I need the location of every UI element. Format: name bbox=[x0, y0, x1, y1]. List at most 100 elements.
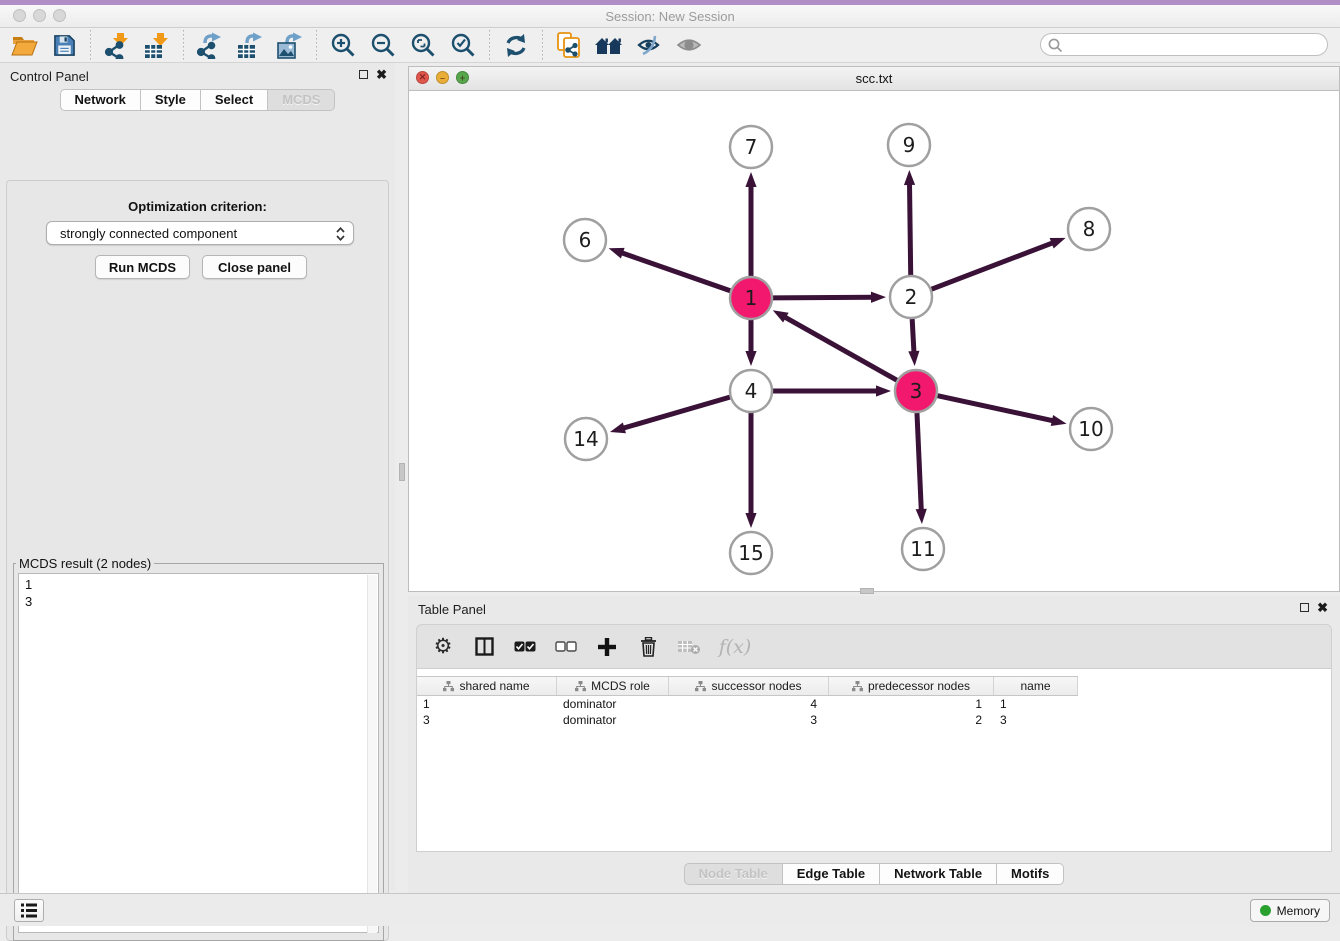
refresh-icon bbox=[503, 33, 529, 58]
edge-1-4[interactable] bbox=[745, 320, 756, 366]
import-table-button[interactable] bbox=[137, 29, 177, 61]
hierarchy-icon bbox=[443, 681, 454, 692]
edge-4-15[interactable] bbox=[745, 413, 756, 528]
toolbar-separator bbox=[316, 30, 317, 60]
tab-style[interactable]: Style bbox=[141, 89, 201, 111]
edge-4-14[interactable] bbox=[610, 397, 730, 433]
float-panel-icon[interactable] bbox=[359, 70, 368, 79]
node-15[interactable]: 15 bbox=[730, 532, 772, 574]
criterion-select[interactable]: strongly connected component bbox=[46, 221, 354, 245]
memory-button[interactable]: Memory bbox=[1250, 899, 1330, 922]
horizontal-splitter-handle[interactable] bbox=[860, 588, 874, 594]
edge-1-6[interactable] bbox=[609, 248, 731, 291]
tab-network-table[interactable]: Network Table bbox=[880, 863, 997, 885]
toolbar-separator bbox=[489, 30, 490, 60]
home-view-button[interactable] bbox=[589, 29, 629, 61]
hide-selected-button[interactable] bbox=[629, 29, 669, 61]
zoom-selected-button[interactable] bbox=[443, 29, 483, 61]
tab-node-table[interactable]: Node Table bbox=[684, 863, 783, 885]
vertical-splitter-handle[interactable] bbox=[399, 463, 405, 481]
table-row[interactable]: 1dominator411 bbox=[417, 696, 1078, 712]
tab-network[interactable]: Network bbox=[60, 89, 141, 111]
node-7[interactable]: 7 bbox=[730, 126, 772, 168]
column-header-name[interactable]: name bbox=[994, 677, 1078, 695]
edge-2-3[interactable] bbox=[908, 319, 919, 366]
edge-3-1[interactable] bbox=[773, 310, 897, 380]
list-icon bbox=[20, 902, 38, 919]
edge-2-8[interactable] bbox=[932, 238, 1066, 289]
export-network-icon bbox=[196, 32, 224, 59]
column-header-MCDS-role[interactable]: MCDS role bbox=[557, 677, 669, 695]
delete-column-button[interactable] bbox=[636, 635, 660, 659]
export-network-button[interactable] bbox=[190, 29, 230, 61]
mcds-result-list[interactable]: 1 3 bbox=[18, 573, 379, 933]
edge-3-11[interactable] bbox=[916, 413, 927, 524]
table-settings-button[interactable]: ⚙ bbox=[431, 635, 455, 659]
column-header-predecessor-nodes[interactable]: predecessor nodes bbox=[829, 677, 994, 695]
run-mcds-button[interactable]: Run MCDS bbox=[95, 255, 190, 279]
node-10[interactable]: 10 bbox=[1070, 408, 1112, 450]
tab-select[interactable]: Select bbox=[201, 89, 268, 111]
node-4[interactable]: 4 bbox=[730, 370, 772, 412]
node-8[interactable]: 8 bbox=[1068, 208, 1110, 250]
scrollbar-track[interactable] bbox=[367, 575, 377, 933]
save-session-button[interactable] bbox=[44, 29, 84, 61]
node-2[interactable]: 2 bbox=[890, 276, 932, 318]
tab-mcds[interactable]: MCDS bbox=[268, 89, 335, 111]
edge-1-2[interactable] bbox=[773, 292, 886, 303]
deselect-all-columns-button[interactable] bbox=[554, 635, 578, 659]
table-row[interactable]: 3dominator323 bbox=[417, 712, 1078, 728]
node-9[interactable]: 9 bbox=[888, 124, 930, 166]
column-header-shared-name[interactable]: shared name bbox=[417, 677, 557, 695]
network-graph-canvas[interactable]: 7 9 6 8 1 2 4 3 14 10 15 11 bbox=[409, 91, 1339, 591]
main-toolbar bbox=[0, 28, 1340, 63]
table-body: 1dominator4113dominator323 bbox=[417, 696, 1078, 728]
edge-3-10[interactable] bbox=[937, 396, 1066, 426]
table-cell: 3 bbox=[417, 712, 557, 728]
node-1[interactable]: 1 bbox=[730, 277, 772, 319]
zoom-out-button[interactable] bbox=[363, 29, 403, 61]
select-all-columns-button[interactable] bbox=[513, 635, 537, 659]
zoom-in-button[interactable] bbox=[323, 29, 363, 61]
close-panel-icon[interactable]: ✖ bbox=[376, 69, 387, 80]
tab-motifs[interactable]: Motifs bbox=[997, 863, 1064, 885]
export-table-button[interactable] bbox=[230, 29, 270, 61]
network-view-window: ✕ – + scc.txt 7968124314101511 bbox=[408, 66, 1340, 592]
export-image-button[interactable] bbox=[270, 29, 310, 61]
apply-function-button[interactable]: f(x) bbox=[718, 635, 752, 659]
open-session-button[interactable] bbox=[4, 29, 44, 61]
add-column-button[interactable] bbox=[595, 635, 619, 659]
column-header-successor-nodes[interactable]: successor nodes bbox=[669, 677, 829, 695]
node-11[interactable]: 11 bbox=[902, 528, 944, 570]
hierarchy-icon bbox=[695, 681, 706, 692]
column-layout-button[interactable] bbox=[472, 635, 496, 659]
delete-table-button[interactable] bbox=[677, 635, 701, 659]
node-14[interactable]: 14 bbox=[565, 418, 607, 460]
criterion-value: strongly connected component bbox=[60, 226, 237, 241]
node-6[interactable]: 6 bbox=[564, 219, 606, 261]
svg-text:10: 10 bbox=[1078, 417, 1103, 441]
mcds-result-value: 3 bbox=[25, 593, 378, 610]
tab-edge-table[interactable]: Edge Table bbox=[783, 863, 880, 885]
close-panel-icon[interactable]: ✖ bbox=[1317, 602, 1328, 613]
control-panel-tabs: Network Style Select MCDS bbox=[0, 89, 395, 111]
edge-4-3[interactable] bbox=[773, 385, 891, 396]
status-bar: Memory bbox=[0, 893, 1340, 926]
svg-text:14: 14 bbox=[573, 427, 598, 451]
unchecked-boxes-icon bbox=[555, 641, 577, 652]
svg-text:11: 11 bbox=[910, 537, 935, 561]
table-panel-title: Table Panel bbox=[418, 602, 486, 617]
show-selected-button[interactable] bbox=[669, 29, 709, 61]
node-3[interactable]: 3 bbox=[895, 370, 937, 412]
import-network-button[interactable] bbox=[97, 29, 137, 61]
float-panel-icon[interactable] bbox=[1300, 603, 1309, 612]
clone-network-button[interactable] bbox=[549, 29, 589, 61]
edge-2-9[interactable] bbox=[904, 170, 915, 275]
edge-1-7[interactable] bbox=[745, 172, 756, 276]
clone-network-icon bbox=[556, 31, 582, 59]
refresh-view-button[interactable] bbox=[496, 29, 536, 61]
zoom-fit-button[interactable] bbox=[403, 29, 443, 61]
search-input[interactable] bbox=[1040, 33, 1328, 56]
close-panel-button[interactable]: Close panel bbox=[202, 255, 307, 279]
task-history-button[interactable] bbox=[14, 899, 44, 922]
